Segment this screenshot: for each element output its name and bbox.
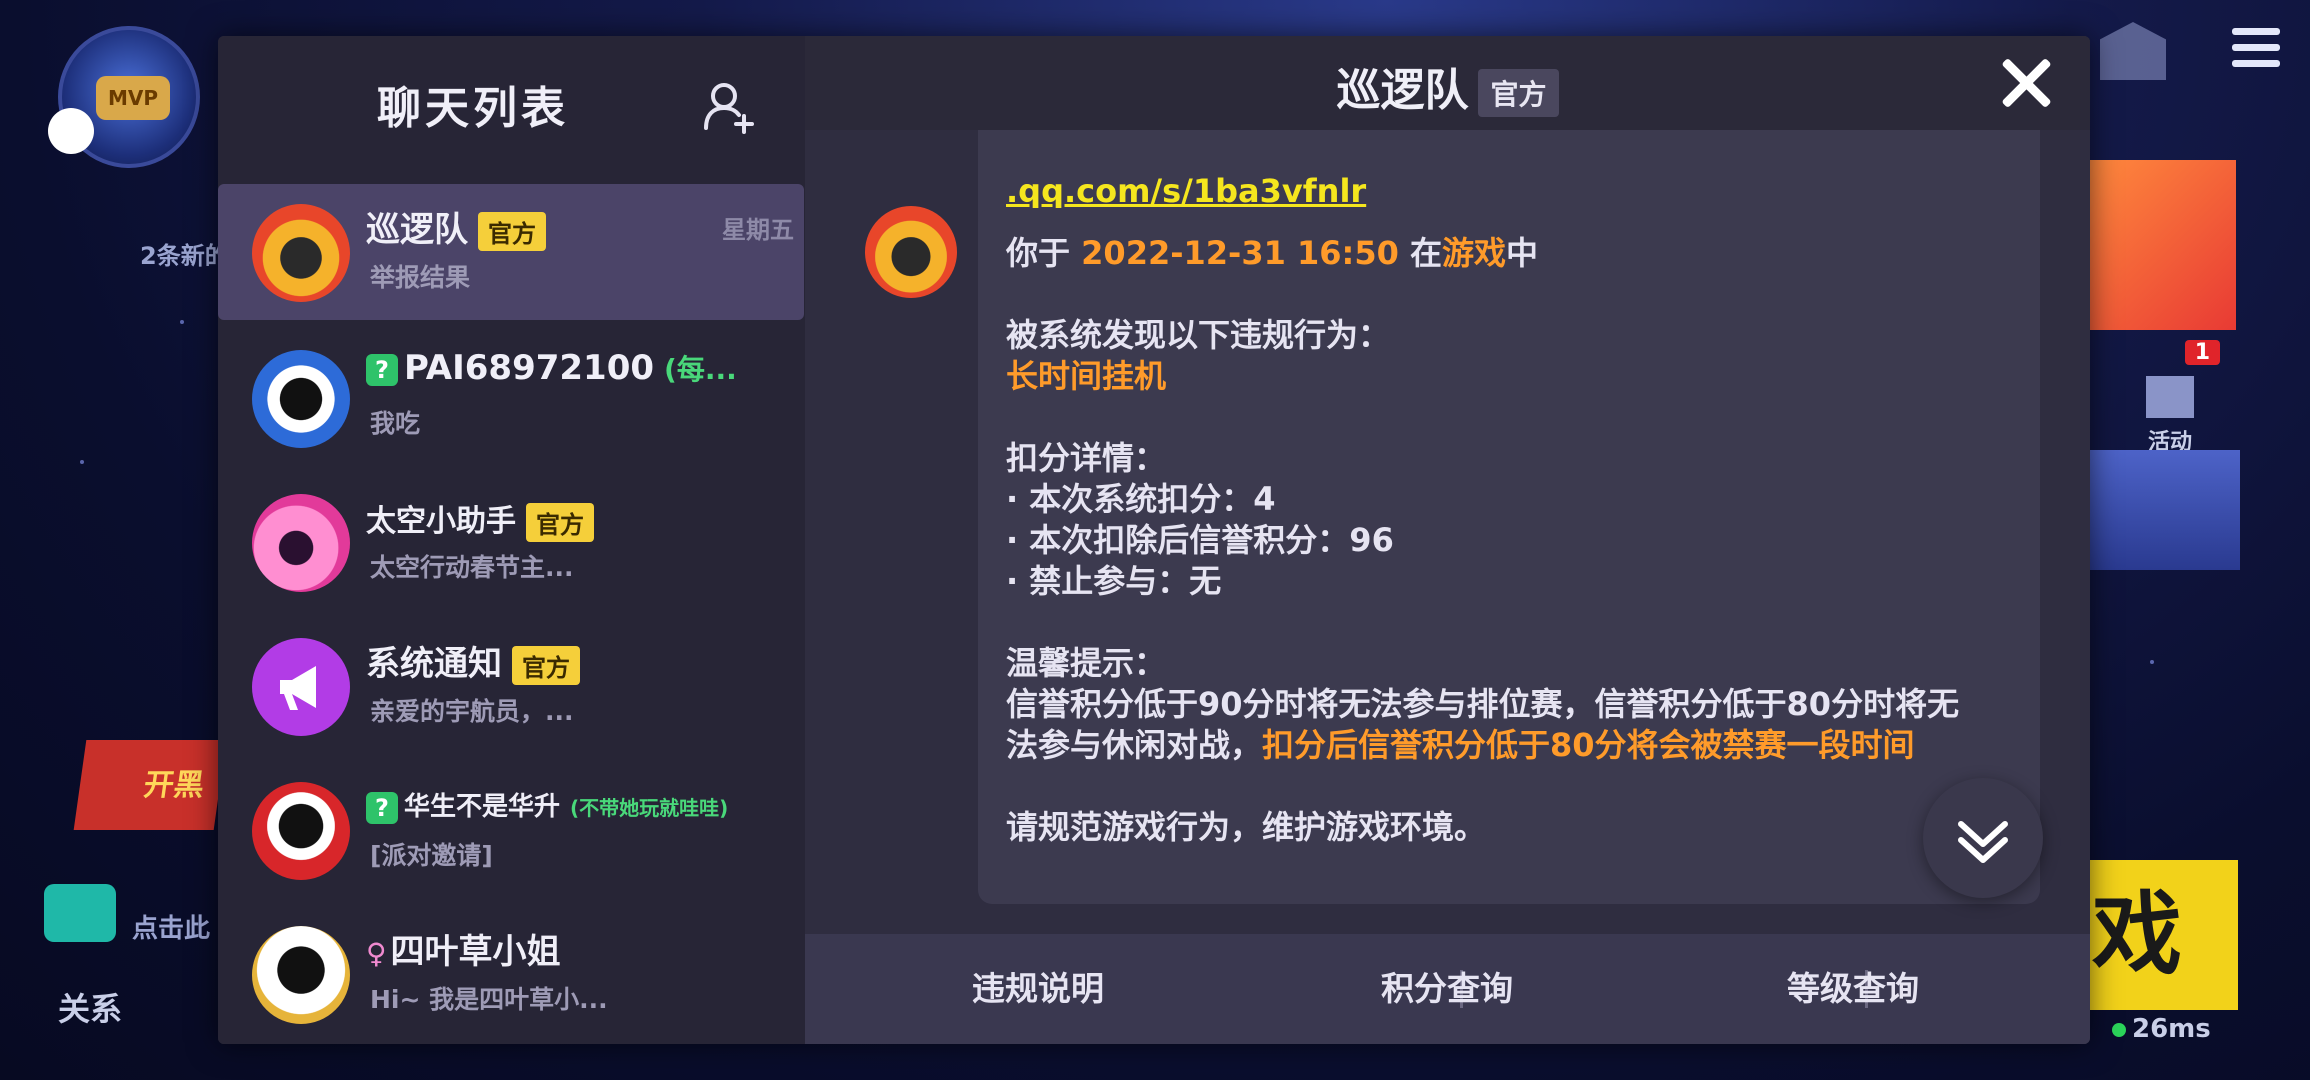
- remark-note: (不带她玩就哇哇): [570, 796, 729, 820]
- double-chevron-down-icon: [1958, 821, 2008, 863]
- chat-item-name: ? 华生不是华升 (不带她玩就哇哇): [366, 786, 728, 824]
- chat-item-pai[interactable]: ? PAI68972100 (每... 我吃: [218, 330, 805, 466]
- chat-item-space-helper[interactable]: 太空小助手 官方 太空行动春节主...: [218, 474, 805, 610]
- violation-explanation-button[interactable]: 违规说明: [835, 934, 1241, 1044]
- open-black-banner[interactable]: 开黑: [73, 740, 227, 830]
- chat-item-preview: Hi~ 我是四叶草小...: [370, 985, 608, 1014]
- conversation-header: 巡逻队 官方: [805, 36, 2090, 130]
- message-line-violation-intro: 被系统发现以下违规行为：: [1006, 316, 1391, 354]
- message-line-violation: 长时间挂机: [1006, 357, 1167, 395]
- chat-list-panel: 聊天列表 巡逻队 官方 举报结果 星期五 ? PAI68972100 (每... 我吃: [218, 36, 805, 1044]
- question-icon: ?: [366, 791, 398, 824]
- ping-indicator: 26ms: [2112, 1014, 2211, 1044]
- menu-icon[interactable]: [2232, 28, 2280, 72]
- official-badge: 官方: [478, 212, 546, 251]
- star: [2150, 660, 2154, 664]
- chat-list-header: 聊天列表: [218, 36, 805, 176]
- previous-message-link[interactable]: .qq.com/s/1ba3vfnlr: [1006, 172, 1366, 210]
- chat-item-name: 太空小助手 官方: [366, 496, 594, 542]
- previous-message-cut-text: [1006, 134, 2006, 160]
- message-line-tip-2: 法参与休闲对战，扣分后信誉积分低于80分将会被禁赛一段时间: [1006, 726, 1915, 764]
- scroll-to-bottom-button[interactable]: [1923, 778, 2043, 898]
- megaphone-icon: [252, 638, 350, 736]
- official-badge: 官方: [526, 503, 594, 542]
- toggle-knob[interactable]: [48, 108, 94, 154]
- winter-event-banner[interactable]: [2090, 450, 2240, 570]
- chat-dialog: 聊天列表 巡逻队 官方 举报结果 星期五 ? PAI68972100 (每... 我吃: [218, 36, 2090, 1044]
- activity-badge: 1: [2184, 340, 2220, 365]
- patrol-message-avatar[interactable]: [865, 206, 957, 298]
- conversation-panel: .qq.com/s/1ba3vfnlr 你于 2022-12-31 16:50 …: [805, 36, 2090, 1044]
- chat-list-title: 聊天列表: [377, 83, 569, 134]
- relation-tab[interactable]: 关系: [58, 984, 122, 1030]
- star: [80, 460, 84, 464]
- chat-item-preview: 举报结果: [370, 263, 471, 292]
- chat-item-watson[interactable]: ? 华生不是华升 (不带她玩就哇哇) [派对邀请]: [218, 762, 805, 898]
- official-badge: 官方: [512, 646, 580, 685]
- activity-button[interactable]: 活动 1: [2120, 340, 2220, 455]
- promo-banner[interactable]: [2086, 160, 2236, 330]
- activity-icon: [2146, 376, 2194, 418]
- space-helper-avatar: [252, 494, 350, 592]
- female-icon: ♀: [366, 937, 387, 970]
- chat-bubble-icon[interactable]: [44, 884, 116, 942]
- message-line-tip-1: 信誉积分低于90分时将无法参与排位赛，信誉积分低于80分时将无: [1006, 685, 1960, 723]
- chat-item-name: ? PAI68972100 (每...: [366, 348, 737, 388]
- remark-note: (每...: [664, 353, 737, 386]
- level-query-button[interactable]: 等级查询: [1650, 934, 2056, 1044]
- message-line-remaining-score: · 本次扣除后信誉积分：96: [1006, 521, 1394, 559]
- watson-avatar: [252, 782, 350, 880]
- pai-avatar: [252, 350, 350, 448]
- click-here-text: 点击此: [132, 914, 211, 944]
- chat-item-preview: 亲爱的宇航员，...: [370, 697, 574, 726]
- message-line-tip-title: 温馨提示：: [1006, 644, 1167, 682]
- violation-message-bubble: 你于 2022-12-31 16:50 在游戏中 被系统发现以下违规行为： 长时…: [978, 208, 2040, 904]
- message-line-deduction-title: 扣分详情：: [1006, 439, 1167, 477]
- chat-item-patrol[interactable]: 巡逻队 官方 举报结果 星期五: [218, 184, 804, 320]
- chat-item-name: 系统通知 官方: [366, 636, 580, 685]
- chat-item-clover[interactable]: ♀ 四叶草小姐 Hi~ 我是四叶草小...: [218, 906, 805, 1042]
- chat-item-time: 星期五: [722, 216, 794, 244]
- official-badge: 官方: [1478, 69, 1559, 117]
- message-line-1: 你于 2022-12-31 16:50 在游戏中: [1006, 234, 1539, 272]
- star: [180, 320, 184, 324]
- chat-item-preview: 太空行动春节主...: [370, 553, 574, 582]
- chat-item-preview: 我吃: [370, 409, 421, 438]
- conversation-title: 巡逻队 官方: [805, 54, 2090, 118]
- ping-dot-icon: [2112, 1023, 2126, 1037]
- conversation-footer: 违规说明 积分查询 等级查询: [805, 934, 2090, 1044]
- add-friend-icon[interactable]: [702, 80, 756, 134]
- message-line-deduction: · 本次系统扣分：4: [1006, 480, 1276, 518]
- message-line-ban: · 禁止参与：无: [1006, 562, 1222, 600]
- chat-item-preview: [派对邀请]: [370, 841, 493, 870]
- question-icon: ?: [366, 353, 398, 386]
- start-game-button[interactable]: 戏: [2088, 860, 2238, 1010]
- patrol-avatar: [252, 204, 350, 302]
- clover-avatar: [252, 926, 350, 1024]
- rank-icon[interactable]: [2100, 22, 2166, 80]
- mvp-badge: MVP: [96, 76, 170, 120]
- chat-item-name: ♀ 四叶草小姐: [366, 932, 561, 972]
- ping-value: 26ms: [2132, 1014, 2211, 1044]
- chat-item-system-notice[interactable]: 系统通知 官方 亲爱的宇航员，...: [218, 618, 805, 754]
- message-line-closing: 请规范游戏行为，维护游戏环境。: [1006, 808, 1487, 846]
- score-query-button[interactable]: 积分查询: [1244, 934, 1650, 1044]
- new-messages-text: 2条新的: [140, 242, 229, 270]
- chat-item-name: 巡逻队 官方: [366, 202, 546, 251]
- close-icon[interactable]: [1996, 54, 2054, 112]
